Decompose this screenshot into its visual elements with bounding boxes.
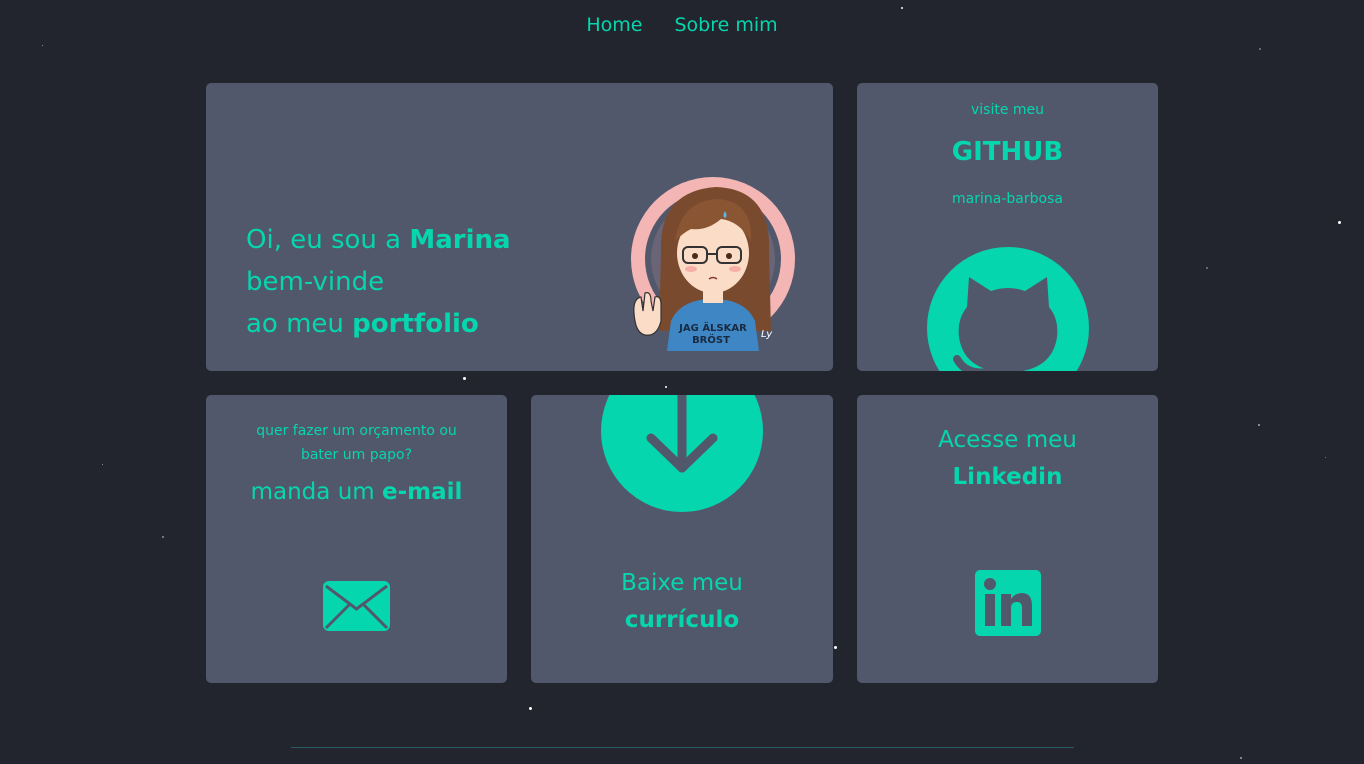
hero-line2: bem-vinde	[246, 267, 385, 297]
mail-icon[interactable]	[323, 581, 390, 631]
github-username: marina-barbosa	[952, 191, 1063, 207]
svg-text:Ly: Ly	[761, 329, 773, 340]
linkedin-card[interactable]: Acesse meu Linkedin	[857, 395, 1158, 683]
hero-portfolio-word: portfolio	[352, 309, 479, 339]
hero-card: Oi, eu sou a Marina bem-vinde ao meu por…	[206, 83, 833, 371]
download-icon[interactable]	[601, 395, 763, 512]
cv-card[interactable]: Baixe meu currículo	[531, 395, 833, 683]
email-title-prefix: manda um	[250, 479, 382, 505]
github-title: GITHUB	[951, 137, 1064, 167]
email-title: manda um e-mail	[206, 479, 507, 505]
linkedin-label: Acesse meu Linkedin	[857, 422, 1158, 496]
svg-text:JAG ÄLSKAR: JAG ÄLSKAR	[678, 320, 747, 334]
email-subtitle: quer fazer um orçamento ou bater um papo…	[206, 419, 507, 467]
avatar-illustration: JAG ÄLSKAR BRÖST Ly	[631, 177, 795, 351]
linkedin-label-line2: Linkedin	[952, 464, 1063, 490]
email-card[interactable]: quer fazer um orçamento ou bater um papo…	[206, 395, 507, 683]
hero-name: Marina	[409, 225, 511, 255]
svg-text:BRÖST: BRÖST	[692, 332, 730, 346]
top-nav: Home Sobre mim	[0, 14, 1364, 36]
hero-greeting: Oi, eu sou a Marina bem-vinde ao meu por…	[246, 219, 511, 345]
github-card[interactable]: visite meu GITHUB marina-barbosa	[857, 83, 1158, 371]
email-subtitle-line1: quer fazer um orçamento ou	[256, 423, 457, 439]
hero-line1-prefix: Oi, eu sou a	[246, 225, 410, 255]
cv-label: Baixe meu currículo	[531, 565, 833, 639]
footer-divider	[291, 747, 1074, 748]
nav-about-link[interactable]: Sobre mim	[674, 14, 777, 36]
linkedin-icon[interactable]	[975, 570, 1041, 636]
github-pre-text: visite meu	[970, 102, 1045, 118]
cv-label-line1: Baixe meu	[621, 570, 743, 596]
email-subtitle-line2: bater um papo?	[300, 447, 413, 463]
github-icon[interactable]	[927, 247, 1089, 371]
linkedin-label-line1: Acesse meu	[938, 427, 1077, 453]
cv-label-line2: currículo	[624, 607, 740, 633]
hero-line3-prefix: ao meu	[246, 309, 353, 339]
nav-home-link[interactable]: Home	[586, 14, 642, 36]
email-title-bold: e-mail	[381, 479, 463, 505]
